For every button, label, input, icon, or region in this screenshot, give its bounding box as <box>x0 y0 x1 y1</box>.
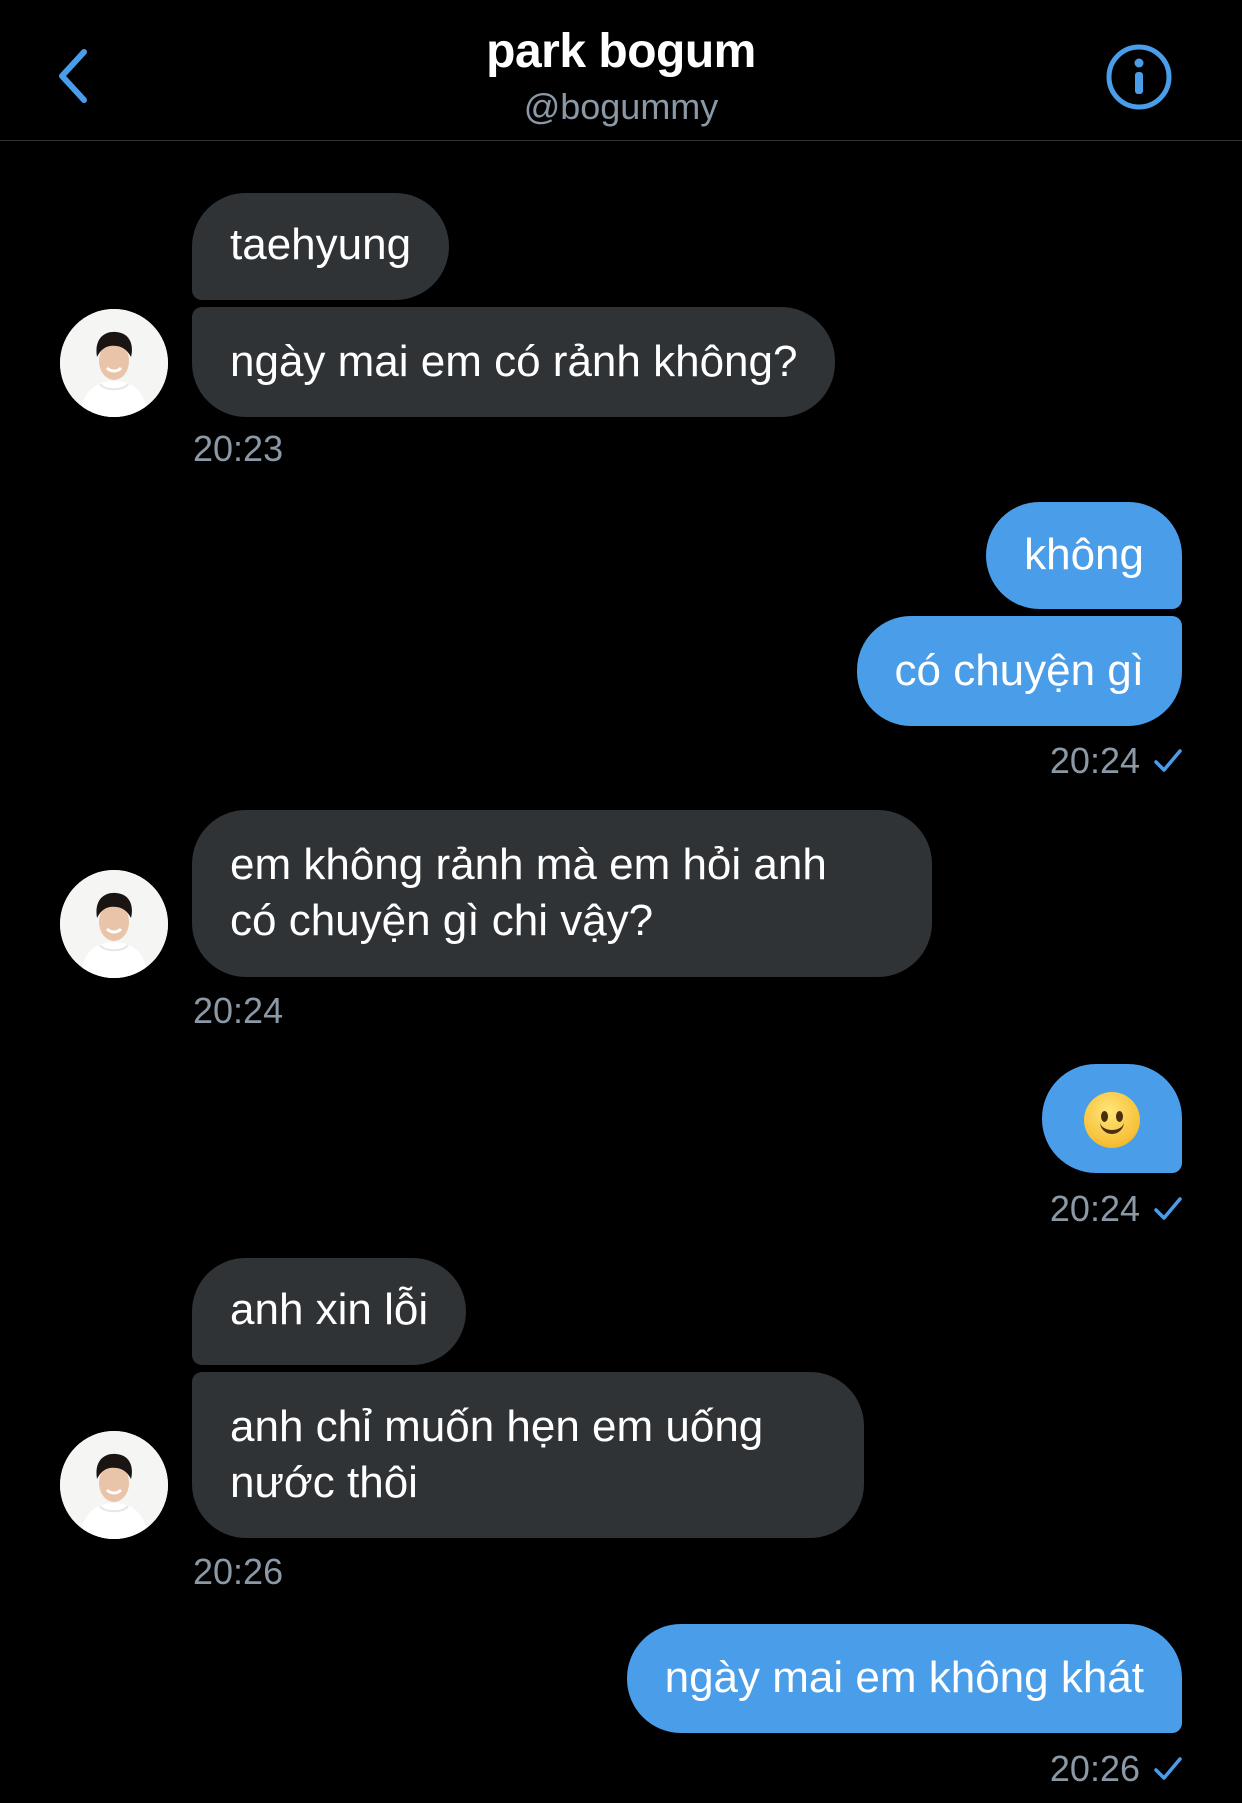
message-timestamp: 20:24 <box>193 990 284 1031</box>
message-timestamp: 20:24 <box>1049 1188 1140 1229</box>
received-message[interactable]: anh chỉ muốn hẹn em uống nước thôi <box>192 1372 864 1538</box>
message-timestamp: 20:24 <box>1049 740 1140 781</box>
slightly-smiling-face-emoji <box>1084 1092 1140 1149</box>
sent-message[interactable] <box>1042 1064 1182 1173</box>
sent-message[interactable]: không <box>986 502 1182 609</box>
avatar[interactable] <box>60 1431 168 1539</box>
received-message[interactable]: em không rảnh mà em hỏi anh có chuyện gì… <box>192 810 932 977</box>
sent-message[interactable]: ngày mai em không khát <box>626 1624 1182 1733</box>
message-status: 20:24 <box>1050 1188 1182 1230</box>
avatar[interactable] <box>60 870 168 978</box>
message-timestamp: 20:26 <box>1049 1748 1140 1789</box>
message-status: 20:26 <box>1050 1748 1182 1790</box>
avatar[interactable] <box>60 309 168 417</box>
contact-handle: @bogummy <box>523 86 719 127</box>
message-status: 20:24 <box>1050 740 1182 782</box>
received-message[interactable]: anh xin lỗi <box>192 1258 467 1365</box>
received-message[interactable]: ngày mai em có rảnh không? <box>192 307 836 417</box>
profile-photo <box>60 309 168 417</box>
sent-message[interactable]: có chuyện gì <box>856 616 1182 726</box>
contact-name: park bogum <box>486 25 756 78</box>
message-line: em không rảnh mà em hỏi anh <box>230 840 827 889</box>
message-line: nước thôi <box>230 1458 418 1507</box>
checkmark-icon <box>1154 1757 1182 1780</box>
received-message[interactable]: taehyung <box>192 193 450 300</box>
checkmark-icon <box>1154 749 1182 772</box>
profile-photo <box>60 870 168 978</box>
message-line: có chuyện gì chi vậy? <box>230 896 654 945</box>
message-timestamp: 20:26 <box>193 1551 284 1592</box>
checkmark-icon <box>1154 1197 1182 1220</box>
info-icon[interactable] <box>1105 43 1173 111</box>
profile-photo <box>60 1431 168 1539</box>
message-line: anh chỉ muốn hẹn em uống <box>230 1402 764 1451</box>
conversation-header: park bogum @bogummy <box>0 0 1242 141</box>
message-timestamp: 20:23 <box>193 428 284 469</box>
